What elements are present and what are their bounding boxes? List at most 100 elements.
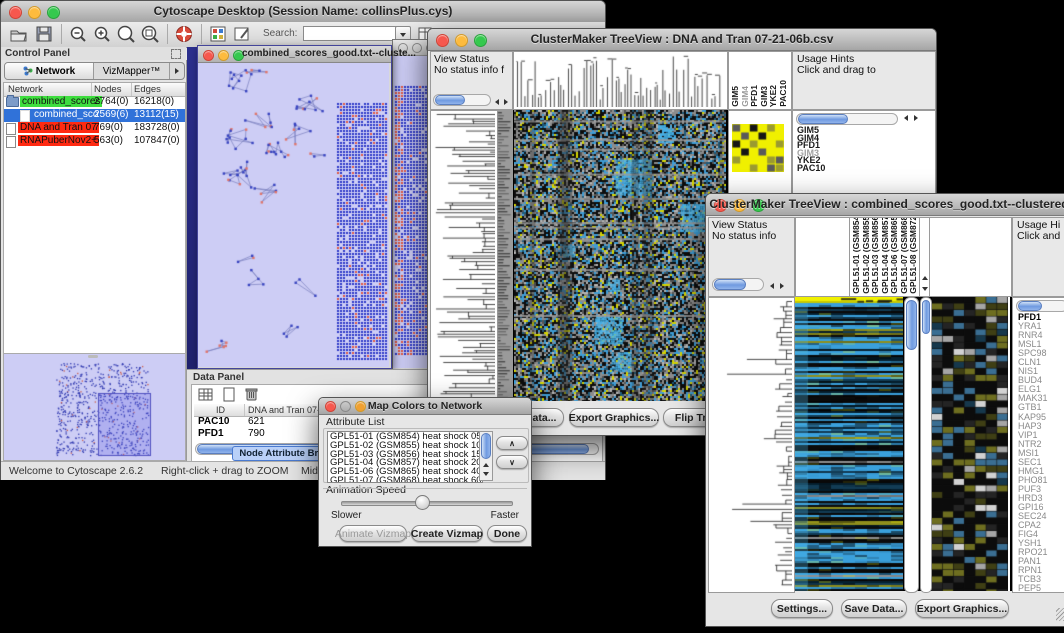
annotation-icon[interactable] <box>233 25 252 43</box>
close-icon[interactable] <box>203 50 214 61</box>
col-header-edges[interactable]: Edges <box>134 84 161 95</box>
save-data-button[interactable]: Save Data... <box>841 599 907 618</box>
network-name[interactable]: RNAPuberNov2+ <box>18 135 99 146</box>
tab-vizmapper[interactable]: VizMapper™ <box>94 63 169 79</box>
tv2-button-bar: Settings... Save Data... Export Graphics… <box>708 593 1064 624</box>
status-zoom-hint: Right-click + drag to ZOOM <box>161 465 289 477</box>
button-label: Create Vizmap <box>411 528 483 540</box>
column-label[interactable]: GPL51-08 (GSM872) <box>909 217 919 294</box>
treeview2-titlebar[interactable]: ClusterMaker TreeView : combined_scores_… <box>706 194 1064 216</box>
col-header-id[interactable]: ID <box>216 405 225 415</box>
float-panel-icon[interactable] <box>171 49 181 59</box>
network-list-header[interactable]: Network Nodes Edges <box>4 83 185 97</box>
mini-matrix-canvas[interactable] <box>732 124 784 172</box>
scroll-right-icon[interactable] <box>501 97 510 106</box>
attribute-vscrollbar[interactable] <box>479 431 493 481</box>
export-graphics-button[interactable]: Export Graphics... <box>569 408 659 427</box>
search-input[interactable] <box>303 26 397 41</box>
network-name[interactable]: DNA and Tran 07 <box>18 122 99 133</box>
treeview1-titlebar[interactable]: ClusterMaker TreeView : DNA and Tran 07-… <box>428 29 936 51</box>
tv2-heatmap-canvas[interactable] <box>795 297 903 591</box>
scrollbar-thumb[interactable] <box>798 114 848 124</box>
network-row-rnapuber[interactable]: RNAPuberNov2+ 563(0) 107847(0) <box>4 135 185 148</box>
settings-button[interactable]: Settings... <box>771 599 833 618</box>
network-row-dna-tran[interactable]: DNA and Tran 07 769(0) 183728(0) <box>4 122 185 135</box>
scroll-left-icon[interactable] <box>901 113 910 122</box>
zoom-fit-icon[interactable] <box>141 25 160 44</box>
trash-icon[interactable] <box>244 386 259 402</box>
tv2-spacer-panel <box>929 217 1012 297</box>
move-up-button[interactable]: ∧ <box>496 436 528 450</box>
move-down-button[interactable]: ∨ <box>496 455 528 469</box>
export-graphics-button[interactable]: Export Graphics... <box>915 599 1009 618</box>
attribute-item[interactable]: GPL51-07 (GSM868) heat shock 60 min <box>330 477 480 483</box>
network-row-combined-sco-selected[interactable]: combined_sco 2569(6) 13112(15) <box>4 109 185 122</box>
speed-slider-thumb[interactable] <box>415 495 430 510</box>
scrollbar-thumb[interactable] <box>906 300 917 350</box>
tv1-row-labels-strip <box>497 110 513 401</box>
tab-network[interactable]: Network <box>5 63 94 79</box>
network-name[interactable]: combined_sco <box>32 109 100 120</box>
tv2-status-hscrollbar[interactable] <box>712 278 764 291</box>
minimize-icon[interactable] <box>218 50 229 61</box>
network-window-titlebar[interactable]: combined_scores_good.txt--cluste... <box>198 46 391 63</box>
node-count: 563(0) <box>94 135 123 146</box>
zoom-selected-icon[interactable] <box>117 25 136 44</box>
overview-resize-handle[interactable] <box>88 355 98 358</box>
tabs-overflow-button[interactable] <box>169 63 184 79</box>
tv1-column-labels: GIM5GIM4PFD1GIM3YKE2PAC10 <box>731 57 788 107</box>
tv2-gene-hscrollbar[interactable] <box>1016 300 1064 312</box>
tv1-column-dendrogram-panel <box>513 51 728 110</box>
vizmap-icon[interactable] <box>209 25 227 43</box>
network-row-combined-scores[interactable]: combined_scores 2764(0) 16218(0) <box>4 96 185 109</box>
zoom-in-icon[interactable] <box>93 25 112 44</box>
table-grid-icon[interactable] <box>198 387 214 402</box>
main-window-title: Cytoscape Desktop (Session Name: collins… <box>1 4 605 18</box>
tv2-column-dendrogram-panel <box>795 217 851 297</box>
scroll-up-icon[interactable] <box>920 273 929 282</box>
tv1-gene-hscrollbar[interactable] <box>796 113 898 125</box>
network-name[interactable]: combined_scores <box>20 96 102 107</box>
column-dendrogram-canvas[interactable] <box>514 52 725 107</box>
scroll-down-icon[interactable] <box>481 469 490 478</box>
scroll-right-icon[interactable] <box>911 113 920 122</box>
scroll-left-icon[interactable] <box>492 97 501 106</box>
tv2-small-heatmap-canvas[interactable] <box>932 297 1008 591</box>
tv1-heatmap-canvas[interactable] <box>514 110 726 401</box>
zoom-out-icon[interactable] <box>69 25 88 44</box>
network-view-window-1[interactable]: combined_scores_good.txt--cluste... <box>197 45 392 369</box>
attribute-listbox[interactable]: GPL51-01 (GSM854) heat shock 05 minGPL51… <box>327 431 483 483</box>
window-controls[interactable] <box>203 50 244 61</box>
save-session-icon[interactable] <box>35 25 53 43</box>
scrollbar-thumb[interactable] <box>435 95 465 105</box>
gene-label[interactable]: PAC10 <box>797 165 825 173</box>
column-label[interactable]: PAC10 <box>779 80 789 107</box>
col-header-nodes[interactable]: Nodes <box>94 84 121 95</box>
tv2-heatmap-vscrollbar[interactable] <box>904 297 919 593</box>
tv1-status-hscrollbar[interactable] <box>433 94 491 106</box>
scroll-down-icon[interactable] <box>920 284 929 293</box>
done-button[interactable]: Done <box>487 525 527 542</box>
col-header-network[interactable]: Network <box>8 84 43 95</box>
tv2-small-vscrollbar[interactable] <box>920 297 932 593</box>
resize-grip[interactable] <box>1056 608 1064 621</box>
scroll-right-icon[interactable] <box>777 281 786 290</box>
help-ring-icon[interactable] <box>175 25 194 44</box>
create-vizmap-button[interactable]: Create Vizmap <box>411 525 483 542</box>
scrollbar-thumb[interactable] <box>1018 301 1042 311</box>
open-session-icon[interactable] <box>9 25 28 43</box>
network-overview-canvas[interactable] <box>6 359 183 458</box>
scroll-up-icon[interactable] <box>481 460 490 469</box>
scrollbar-thumb[interactable] <box>481 433 491 459</box>
control-panel-header: Control Panel <box>1 47 186 61</box>
scrollbar-thumb[interactable] <box>714 279 746 290</box>
tv1-column-labels-panel: GIM5GIM4PFD1GIM3YKE2PAC10 <box>728 51 792 110</box>
network-canvas-1[interactable] <box>198 63 389 367</box>
scroll-left-icon[interactable] <box>767 281 776 290</box>
row-dendrogram-canvas[interactable] <box>709 298 792 590</box>
new-page-icon[interactable] <box>222 387 236 402</box>
scrollbar-thumb[interactable] <box>922 300 930 334</box>
dialog-titlebar[interactable]: Map Colors to Network <box>319 398 531 415</box>
row-dendrogram-canvas[interactable] <box>431 111 495 400</box>
main-titlebar[interactable]: Cytoscape Desktop (Session Name: collins… <box>1 1 605 23</box>
